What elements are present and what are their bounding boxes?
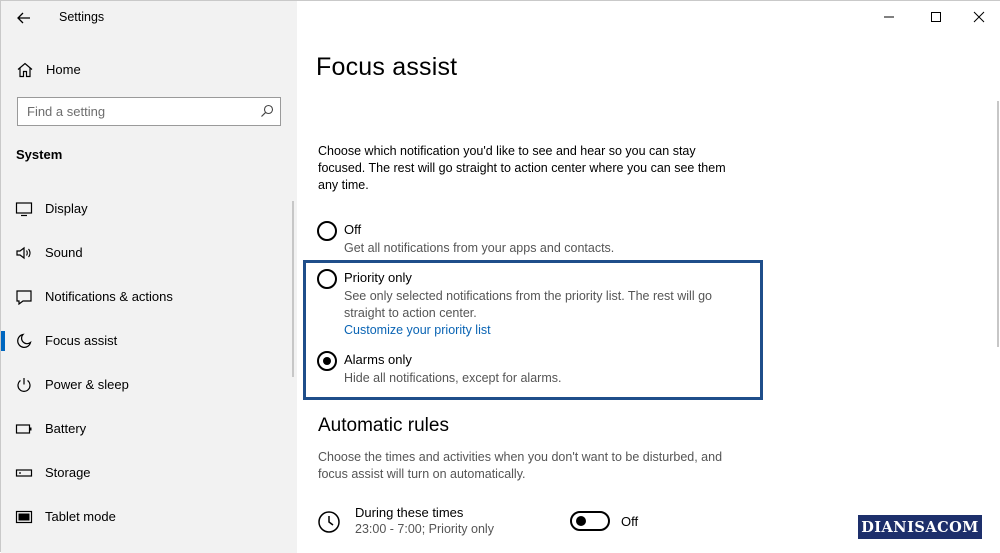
radio-off[interactable] [317, 221, 337, 241]
radio-selected-dot [323, 357, 331, 365]
search-icon[interactable] [260, 104, 274, 118]
home-icon [17, 62, 33, 78]
battery-icon [15, 424, 32, 434]
sidebar-item-label: Notifications & actions [45, 289, 173, 304]
rule-name: During these times [355, 505, 464, 520]
toggle-label: Off [621, 514, 639, 529]
watermark-logo: DIANISACOM [858, 515, 982, 539]
automatic-rules-title: Automatic rules [318, 415, 449, 436]
sidebar-item-label: Home [46, 62, 81, 77]
option-label: Priority only [344, 270, 412, 285]
display-icon [15, 202, 33, 217]
option-label: Alarms only [344, 352, 412, 367]
option-off[interactable]: Off Get all notifications from your apps… [317, 221, 757, 261]
main-content: Focus assist Choose which notification y… [297, 1, 1000, 553]
moon-icon [17, 333, 32, 348]
sidebar-item-label: Power & sleep [45, 377, 129, 392]
sidebar-item-label: Storage [45, 465, 91, 480]
search-input[interactable]: Find a setting [17, 97, 281, 126]
sidebar-item-label: Focus assist [45, 333, 118, 348]
sound-icon [16, 246, 31, 260]
option-alarms-only[interactable]: Alarms only Hide all notifications, exce… [317, 351, 757, 391]
sidebar-item-tablet-mode[interactable]: Tablet mode [1, 501, 297, 533]
customize-priority-list-link[interactable]: Customize your priority list [344, 323, 491, 337]
option-description: Get all notifications from your apps and… [344, 241, 615, 255]
automatic-rules-description: Choose the times and activities when you… [318, 450, 723, 481]
close-icon [973, 11, 985, 23]
rule-during-these-times[interactable]: During these times 23:00 - 7:00; Priorit… [317, 504, 777, 544]
rule-detail: 23:00 - 7:00; Priority only [355, 522, 494, 536]
sidebar-item-label: Display [45, 201, 88, 216]
radio-alarms-only[interactable] [317, 351, 337, 371]
sidebar-item-home[interactable]: Home [1, 57, 297, 83]
settings-window: Settings Home Find a setting System Disp… [0, 0, 1000, 553]
minimize-button[interactable] [869, 5, 909, 29]
sidebar-item-power-sleep[interactable]: Power & sleep [1, 369, 297, 401]
option-description: See only selected notifications from the… [344, 289, 712, 320]
sidebar-item-sound[interactable]: Sound [1, 237, 297, 269]
sidebar-item-label: Battery [45, 421, 87, 436]
option-description: Hide all notifications, except for alarm… [344, 371, 562, 385]
sidebar-item-battery[interactable]: Battery [1, 413, 297, 445]
sidebar-item-focus-assist[interactable]: Focus assist [1, 325, 297, 357]
section-title: System [16, 147, 63, 162]
page-title: Focus assist [316, 53, 458, 81]
search-placeholder: Find a setting [27, 104, 106, 119]
active-indicator [1, 331, 5, 351]
sidebar-item-storage[interactable]: Storage [1, 457, 297, 489]
storage-icon [15, 469, 33, 477]
option-label: Off [344, 222, 362, 237]
toggle-knob [576, 516, 586, 526]
sidebar-item-display[interactable]: Display [1, 193, 297, 225]
back-arrow-icon [17, 12, 30, 24]
sidebar: Settings Home Find a setting System Disp… [1, 1, 297, 553]
main-scrollbar[interactable] [997, 101, 999, 347]
option-priority-only[interactable]: Priority only See only selected notifica… [317, 269, 757, 341]
sidebar-item-label: Tablet mode [45, 509, 116, 524]
page-description: Choose which notification you'd like to … [318, 144, 726, 192]
maximize-icon [931, 12, 941, 22]
title-bar: Settings [1, 1, 297, 35]
sidebar-item-notifications[interactable]: Notifications & actions [1, 281, 297, 313]
rule-toggle[interactable] [570, 511, 610, 531]
sidebar-scrollbar[interactable] [292, 201, 294, 377]
clock-icon [318, 511, 340, 533]
minimize-icon [884, 16, 894, 18]
maximize-button[interactable] [916, 5, 956, 29]
sidebar-item-label: Sound [45, 245, 83, 260]
close-button[interactable] [959, 5, 999, 29]
back-button[interactable] [11, 7, 37, 29]
tablet-icon [15, 510, 33, 524]
power-icon [17, 378, 31, 392]
app-title: Settings [59, 10, 105, 24]
radio-priority-only[interactable] [317, 269, 337, 289]
notifications-icon [16, 290, 32, 305]
